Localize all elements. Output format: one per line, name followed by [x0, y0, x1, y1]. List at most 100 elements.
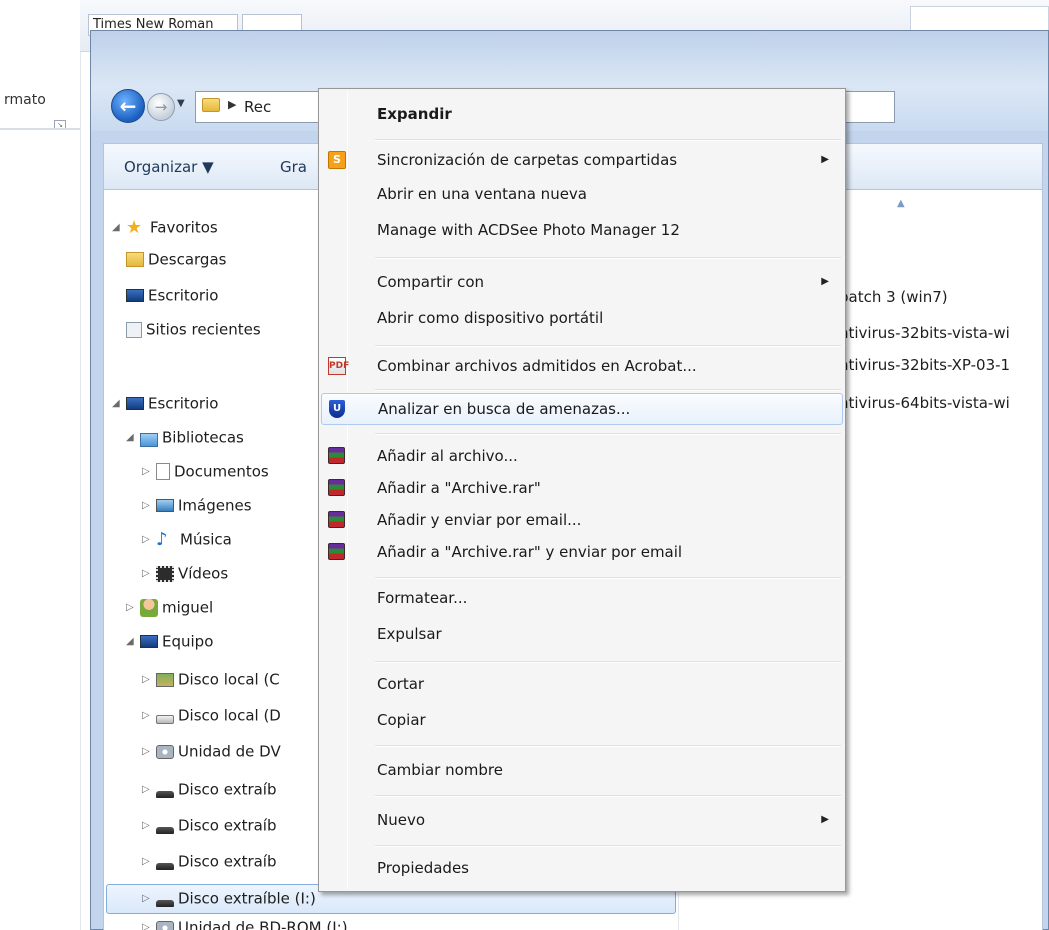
word-edge-rule [80, 0, 81, 930]
menu-separator [375, 745, 841, 747]
collapsed-arrow-icon[interactable]: ▷ [142, 746, 156, 757]
bdrom-drive-icon [156, 920, 174, 930]
history-dropdown-icon[interactable]: ▼ [177, 98, 191, 112]
collapsed-arrow-icon[interactable]: ▷ [142, 568, 156, 579]
expanded-arrow-icon[interactable]: ◢ [126, 432, 140, 443]
tree-item-music[interactable]: ▷ ♪ Música [142, 530, 232, 560]
submenu-arrow-icon: ▶ [821, 814, 829, 825]
tree-item-images[interactable]: ▷ Imágenes [142, 496, 252, 526]
winrar-icon [328, 543, 345, 560]
tree-item-computer[interactable]: ◢ Equipo [126, 632, 213, 662]
context-menu: Expandir S Sincronización de carpetas co… [318, 88, 846, 892]
menu-separator [375, 139, 841, 141]
dvd-drive-icon [156, 744, 174, 759]
menu-item-format[interactable]: Formatear... [321, 583, 843, 615]
word-side-strip: rmato ↘ [0, 0, 90, 930]
tree-item-desktop-favorite[interactable]: Escritorio [126, 286, 218, 316]
menu-item-expand[interactable]: Expandir [321, 99, 843, 131]
menu-item-acdsee[interactable]: Manage with ACDSee Photo Manager 12 [321, 215, 843, 247]
menu-item-add-archive[interactable]: Añadir al archivo... [321, 441, 843, 473]
menu-item-scan-threats[interactable]: U Analizar en busca de amenazas... [321, 393, 843, 425]
tree-item-desktop[interactable]: ◢ Escritorio [112, 394, 218, 424]
menu-item-eject[interactable]: Expulsar [321, 619, 843, 651]
collapsed-arrow-icon[interactable]: ▷ [142, 784, 156, 795]
file-item[interactable]: patch 3 (win7) [839, 288, 948, 306]
images-icon [156, 499, 174, 512]
documents-icon [156, 463, 170, 480]
menu-item-copy[interactable]: Copiar [321, 705, 843, 737]
tree-item-dvd[interactable]: ▷ Unidad de DV [142, 742, 281, 772]
menu-separator [375, 433, 841, 435]
menu-item-add-rar-email[interactable]: Añadir a "Archive.rar" y enviar por emai… [321, 537, 843, 569]
libraries-icon [140, 432, 158, 447]
menu-item-properties[interactable]: Propiedades [321, 853, 843, 885]
tree-item-favorites[interactable]: ◢ ★ Favoritos [112, 218, 218, 248]
folder-icon [202, 98, 220, 112]
share-button[interactable]: Gra [280, 158, 307, 176]
tree-item-documents[interactable]: ▷ Documentos [142, 462, 269, 492]
menu-item-acrobat-combine[interactable]: PDF Combinar archivos admitidos en Acrob… [321, 351, 843, 383]
tree-item-disk-c[interactable]: ▷ Disco local (C [142, 670, 280, 700]
breadcrumb-item[interactable]: Rec [244, 98, 271, 116]
menu-item-rename[interactable]: Cambiar nombre [321, 755, 843, 787]
collapsed-arrow-icon[interactable]: ▷ [126, 602, 140, 613]
tree-item-disk-d[interactable]: ▷ Disco local (D [142, 706, 281, 736]
collapsed-arrow-icon[interactable]: ▷ [142, 674, 156, 685]
menu-item-add-email[interactable]: Añadir y enviar por email... [321, 505, 843, 537]
menu-separator [375, 577, 841, 579]
collapsed-arrow-icon[interactable]: ▷ [142, 500, 156, 511]
menu-item-cut[interactable]: Cortar [321, 669, 843, 701]
collapsed-arrow-icon[interactable]: ▷ [142, 710, 156, 721]
tree-item-user[interactable]: ▷ miguel [126, 598, 213, 628]
expanded-arrow-icon[interactable]: ◢ [112, 398, 126, 409]
file-item[interactable]: ntivirus-32bits-vista-wi [839, 324, 1010, 342]
user-folder-icon [140, 598, 158, 617]
menu-item-sync-folders[interactable]: S Sincronización de carpetas compartidas… [321, 145, 843, 177]
antivirus-shield-icon: U [329, 400, 345, 418]
removable-drive-icon [156, 863, 174, 870]
back-button[interactable]: ← [111, 89, 145, 123]
tree-item-libraries[interactable]: ◢ Bibliotecas [126, 428, 244, 458]
collapsed-arrow-icon[interactable]: ▷ [142, 820, 156, 831]
collapsed-arrow-icon[interactable]: ▷ [142, 466, 156, 477]
hard-drive-icon [156, 715, 174, 724]
tree-item-removable-1[interactable]: ▷ Disco extraíb [142, 780, 277, 810]
computer-icon [140, 635, 158, 648]
winrar-icon [328, 447, 345, 464]
organize-button[interactable]: Organizar ▼ [124, 158, 214, 176]
tree-item-recent-places[interactable]: Sitios recientes [126, 320, 261, 350]
menu-separator [375, 345, 841, 347]
forward-button[interactable]: → [147, 93, 175, 121]
menu-separator [375, 389, 841, 391]
collapsed-arrow-icon[interactable]: ▷ [142, 534, 156, 545]
tree-item-bdrom[interactable]: ▷ Unidad de BD-ROM (J:) [142, 918, 348, 930]
menu-separator [375, 661, 841, 663]
breadcrumb-arrow-icon[interactable]: ▶ [228, 98, 236, 111]
winrar-icon [328, 511, 345, 528]
ribbon-group-label: rmato [4, 92, 46, 108]
menu-item-new[interactable]: Nuevo ▶ [321, 805, 843, 837]
collapsed-arrow-icon[interactable]: ▷ [142, 922, 156, 930]
menu-separator [375, 845, 841, 847]
submenu-arrow-icon: ▶ [821, 154, 829, 165]
winrar-icon [328, 479, 345, 496]
tree-item-downloads[interactable]: Descargas [126, 250, 226, 280]
tree-item-videos[interactable]: ▷ Vídeos [142, 564, 228, 594]
recent-places-icon [126, 321, 142, 338]
menu-item-share-with[interactable]: Compartir con ▶ [321, 267, 843, 299]
collapsed-arrow-icon[interactable]: ▷ [142, 856, 156, 867]
collapsed-arrow-icon[interactable]: ▷ [142, 893, 156, 904]
desktop-icon [126, 397, 144, 410]
menu-separator [375, 257, 841, 259]
file-item[interactable]: ntivirus-64bits-vista-wi [839, 394, 1010, 412]
file-item[interactable]: ntivirus-32bits-XP-03-1 [839, 356, 1010, 374]
menu-item-add-rar[interactable]: Añadir a "Archive.rar" [321, 473, 843, 505]
sort-ascending-icon: ▲ [897, 198, 905, 209]
tree-item-removable-2[interactable]: ▷ Disco extraíb [142, 816, 277, 846]
expanded-arrow-icon[interactable]: ◢ [126, 636, 140, 647]
expanded-arrow-icon[interactable]: ◢ [112, 222, 126, 233]
menu-item-open-new-window[interactable]: Abrir en una ventana nueva [321, 179, 843, 211]
tree-item-removable-3[interactable]: ▷ Disco extraíb [142, 852, 277, 882]
system-drive-icon [156, 672, 174, 687]
menu-item-open-portable[interactable]: Abrir como dispositivo portátil [321, 303, 843, 335]
